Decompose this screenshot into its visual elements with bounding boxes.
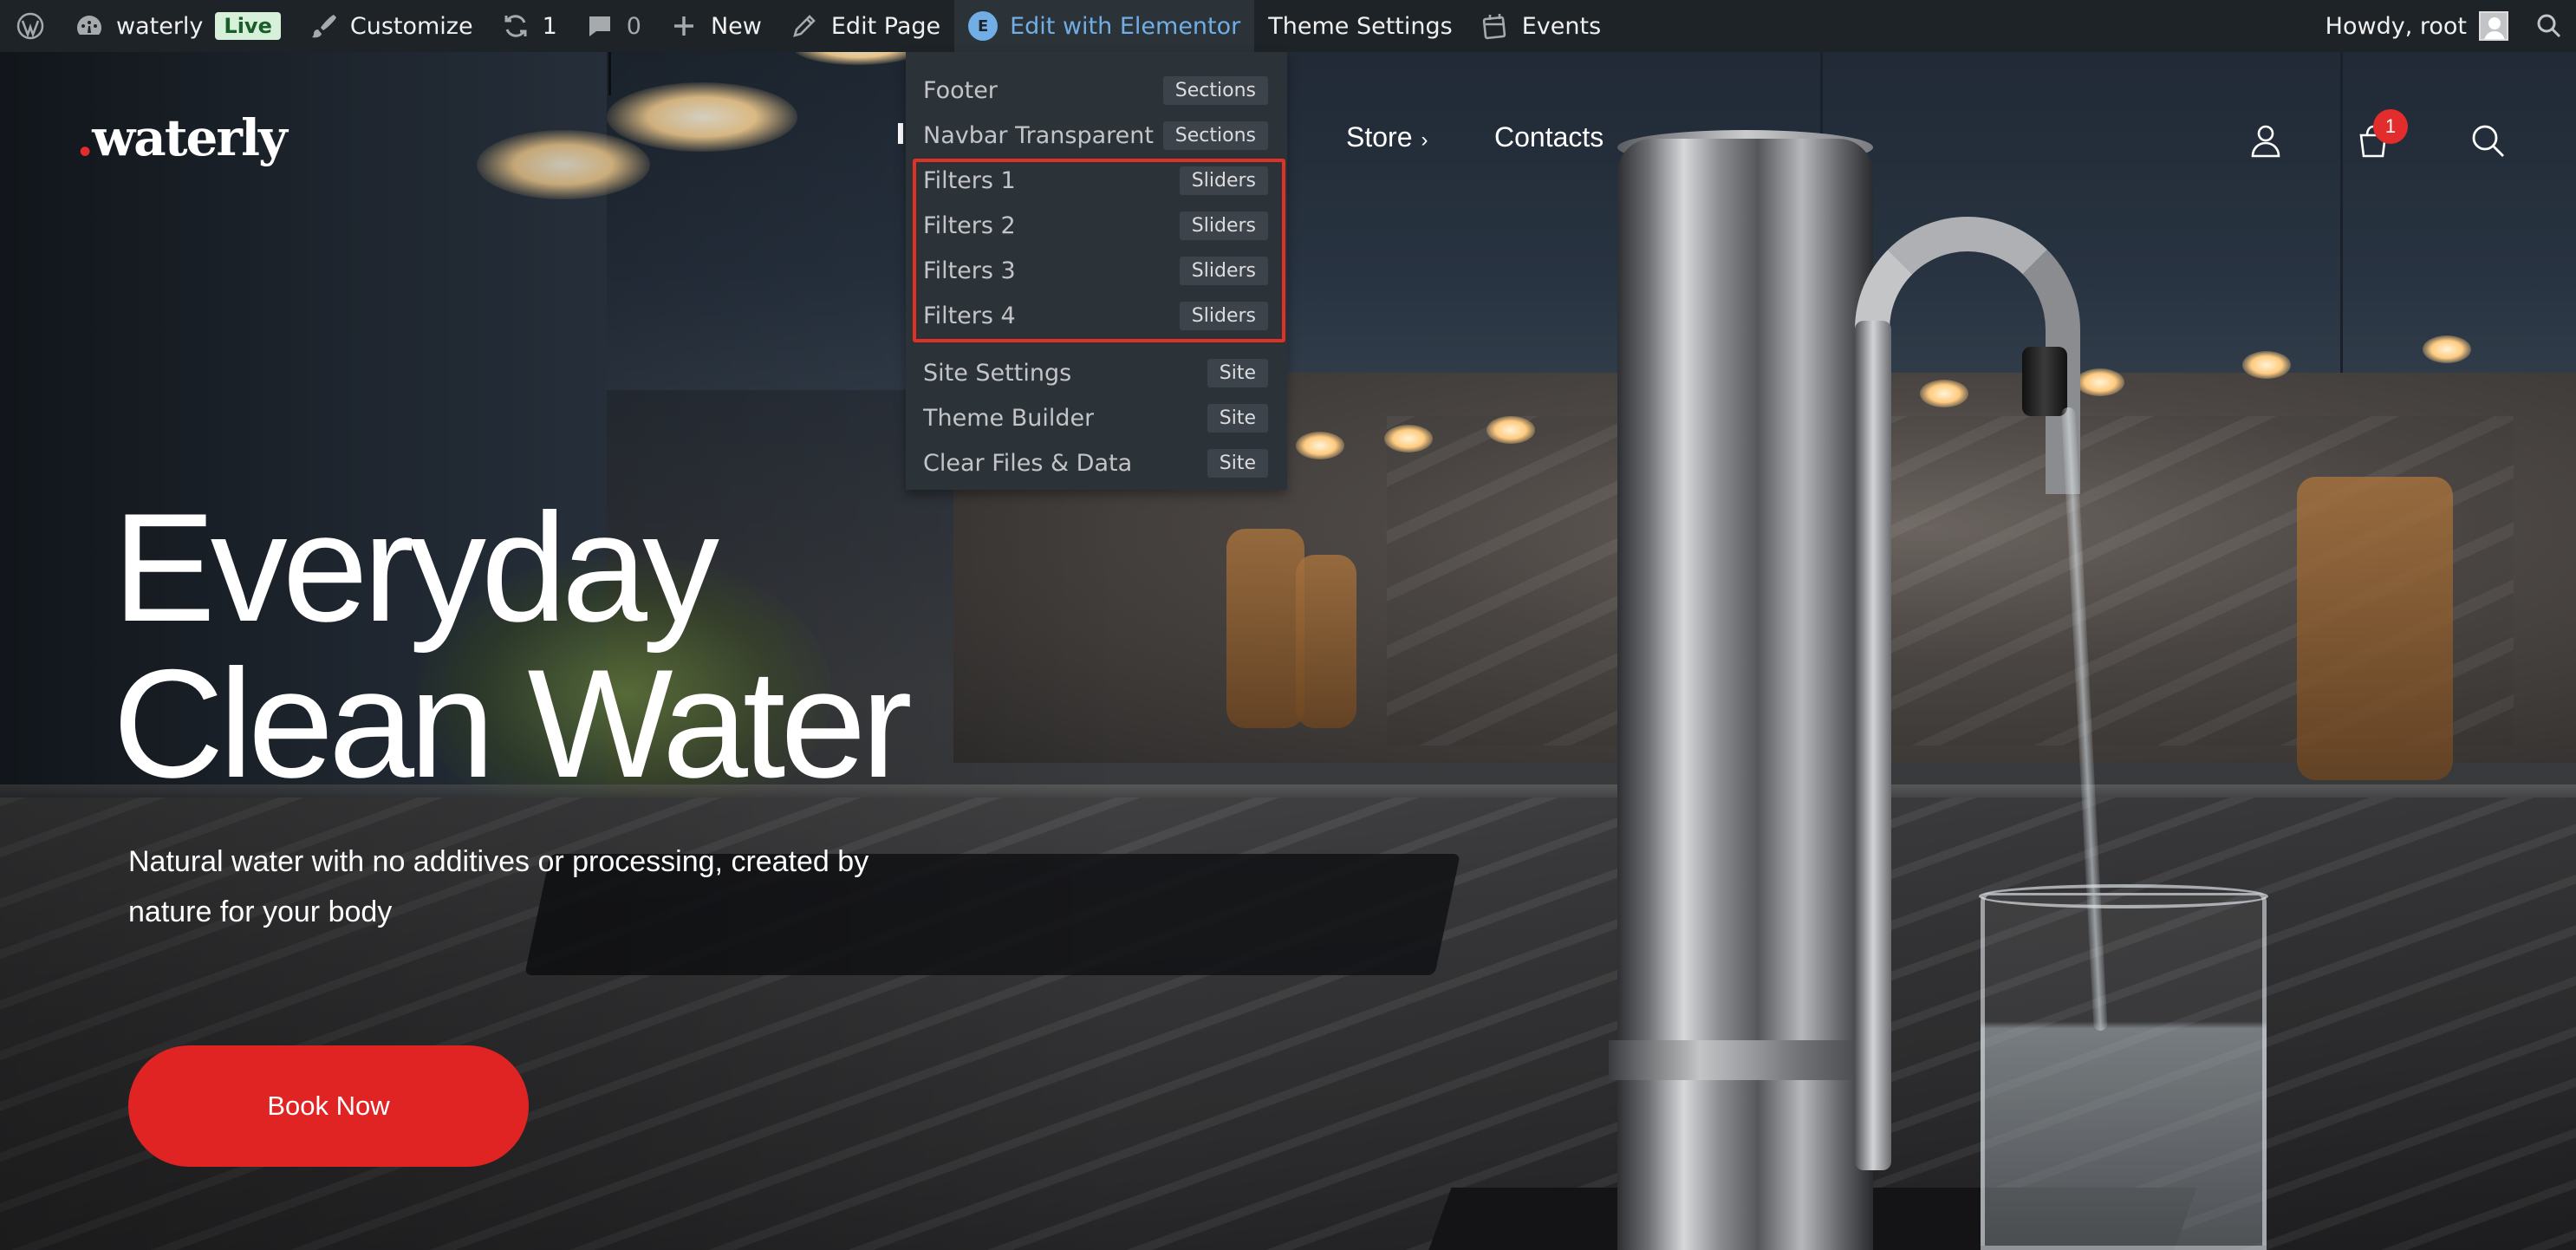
menu-item-footer[interactable]: Footer Sections — [906, 68, 1287, 113]
cabinet-seam — [2340, 0, 2343, 373]
hero-title-line: Clean Water — [113, 637, 913, 810]
nav-contacts-label: Contacts — [1494, 121, 1604, 153]
faucet-spout — [1855, 321, 1891, 1170]
my-account-menu[interactable]: Howdy, root — [2312, 0, 2522, 52]
edit-page-button[interactable]: Edit Page — [776, 0, 954, 52]
updates-count: 1 — [542, 12, 557, 40]
refresh-icon — [501, 11, 530, 41]
howdy-label: Howdy, root — [2325, 12, 2467, 40]
updates-button[interactable]: 1 — [487, 0, 571, 52]
menu-item-label: Filters 2 — [923, 212, 1016, 239]
wp-admin-bar: waterly Live Customize 1 0 New Edit Page… — [0, 0, 2576, 52]
cutting-board — [1296, 555, 1356, 728]
menu-item-theme-builder[interactable]: Theme Builder Site — [906, 395, 1287, 440]
hero-title-line: Everyday — [113, 481, 719, 654]
menu-item-label: Theme Builder — [923, 404, 1095, 432]
wordpress-icon — [16, 11, 45, 41]
menu-item-type-tag: Sliders — [1179, 166, 1268, 195]
menu-item-filters-4[interactable]: Filters 4 Sliders — [906, 293, 1287, 338]
nav-store[interactable]: Store › — [1346, 121, 1428, 153]
events-label: Events — [1521, 12, 1602, 40]
edit-with-elementor-label: Edit with Elementor — [1010, 12, 1241, 40]
admin-bar-search-button[interactable] — [2522, 0, 2576, 52]
customize-label: Customize — [349, 12, 473, 40]
menu-item-type-tag: Sliders — [1179, 211, 1268, 240]
live-status-badge: Live — [215, 12, 281, 40]
menu-item-label: Navbar Transparent ... — [923, 121, 1157, 149]
elementor-icon: E — [968, 11, 999, 41]
paintbrush-icon — [309, 11, 338, 41]
cutting-board — [1226, 529, 1304, 728]
glass-rim — [1979, 884, 2268, 908]
theme-settings-button[interactable]: Theme Settings — [1254, 0, 1466, 52]
menu-item-navbar-transparent[interactable]: Navbar Transparent ... Sections — [906, 113, 1287, 158]
edit-page-label: Edit Page — [830, 12, 941, 40]
comment-icon — [585, 11, 615, 41]
menu-item-clear-files-data[interactable]: Clear Files & Data Site — [906, 440, 1287, 485]
menu-item-type-tag: Sliders — [1179, 301, 1268, 330]
comments-count: 0 — [626, 12, 641, 40]
cart-count-badge: 1 — [2373, 109, 2408, 144]
nav-item-partial — [898, 123, 903, 144]
elementor-dropdown-menu: Footer Sections Navbar Transparent ... S… — [906, 52, 1287, 490]
menu-item-filters-3[interactable]: Filters 3 Sliders — [906, 248, 1287, 293]
under-cabinet-light — [1486, 416, 1535, 444]
site-name-menu[interactable]: waterly Live — [61, 0, 295, 52]
cutting-board — [2297, 477, 2453, 780]
menu-item-type-tag: Sections — [1162, 120, 1268, 150]
site-name-label: waterly — [116, 12, 204, 40]
menu-item-type-tag: Site — [1207, 403, 1268, 433]
menu-item-type-tag: Sections — [1162, 75, 1268, 105]
plus-icon — [669, 11, 699, 41]
under-cabinet-light — [1384, 425, 1433, 452]
menu-item-label: Site Settings — [923, 359, 1072, 387]
menu-item-label: Filters 4 — [923, 302, 1016, 329]
menu-item-label: Clear Files & Data — [923, 449, 1133, 477]
calendar-icon — [1480, 11, 1510, 41]
site-logo[interactable]: .waterly — [76, 108, 288, 167]
menu-item-label: Footer — [923, 76, 998, 104]
user-icon[interactable] — [2247, 121, 2285, 160]
menu-item-filters-2[interactable]: Filters 2 Sliders — [906, 203, 1287, 248]
faucet-tip — [2022, 347, 2067, 416]
logo-dot: . — [76, 108, 94, 167]
hero-subtitle: Natural water with no additives or proce… — [128, 845, 869, 928]
under-cabinet-light — [1296, 432, 1344, 459]
chevron-right-icon: › — [1421, 128, 1428, 152]
under-cabinet-light — [2242, 351, 2291, 379]
nav-contacts[interactable]: Contacts — [1494, 121, 1603, 153]
menu-item-type-tag: Sliders — [1179, 256, 1268, 285]
under-cabinet-light — [2423, 335, 2471, 363]
pencil-icon — [790, 11, 819, 41]
wordpress-logo-button[interactable] — [0, 0, 61, 52]
search-icon[interactable] — [2469, 121, 2507, 160]
events-button[interactable]: Events — [1467, 0, 1615, 52]
filter-ring — [1609, 1040, 1882, 1080]
book-now-button[interactable]: Book Now — [128, 1045, 529, 1167]
dashboard-icon — [75, 11, 104, 41]
menu-divider — [906, 338, 1287, 350]
new-content-button[interactable]: New — [655, 0, 776, 52]
new-label: New — [710, 12, 762, 40]
avatar — [2479, 11, 2508, 41]
hero-title: Everyday Clean Water — [113, 481, 913, 810]
under-cabinet-light — [2076, 368, 2124, 396]
customize-button[interactable]: Customize — [295, 0, 487, 52]
logo-text: waterly — [92, 108, 287, 167]
search-icon — [2534, 11, 2564, 41]
menu-item-type-tag: Site — [1207, 358, 1268, 387]
menu-item-filters-1[interactable]: Filters 1 Sliders — [906, 158, 1287, 203]
menu-item-type-tag: Site — [1207, 448, 1268, 478]
menu-item-label: Filters 1 — [923, 166, 1016, 194]
edit-with-elementor-button[interactable]: E Edit with Elementor — [954, 0, 1255, 52]
menu-item-site-settings[interactable]: Site Settings Site — [906, 350, 1287, 395]
comments-button[interactable]: 0 — [571, 0, 655, 52]
nav-store-label: Store — [1346, 121, 1413, 153]
water-filter-cylinder — [1617, 139, 1873, 1250]
menu-item-label: Filters 3 — [923, 257, 1016, 284]
water-glass — [1981, 893, 2267, 1250]
theme-settings-label: Theme Settings — [1268, 12, 1453, 40]
